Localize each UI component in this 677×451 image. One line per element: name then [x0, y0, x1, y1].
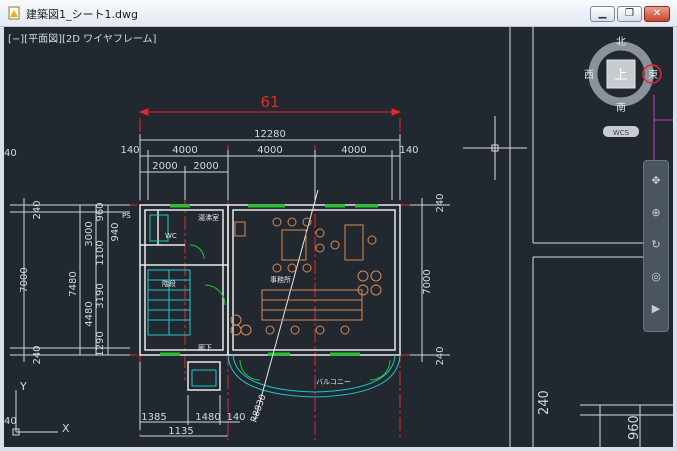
dim-left-940: 940	[110, 222, 121, 241]
ucs-icon	[12, 390, 58, 436]
cad-drawing[interactable]: 240 960 40 40 61 12280 140 4000 4000 400…	[4, 27, 673, 447]
top-dimension-texts: 12280 140 4000 4000 4000 140 2000 2000	[120, 129, 418, 172]
room-label-office: 事務所	[270, 275, 291, 284]
left-dimension-texts: 240 7000 240 3000 960 940 1100 7480 4480…	[19, 200, 121, 364]
edge-dim-960: 960	[627, 415, 642, 440]
dim-bottom-1385: 1385	[141, 412, 166, 423]
dim-right-7000: 7000	[422, 269, 433, 294]
stairs	[147, 214, 217, 387]
balcony	[227, 354, 401, 398]
window-title: 建築図1_シート1.dwg	[26, 8, 138, 21]
viewcube-east[interactable]: 東	[648, 68, 658, 81]
dim-top-140-left: 140	[120, 145, 139, 156]
dim-left-3000: 3000	[84, 221, 95, 246]
dim-top-2000-a: 2000	[152, 161, 177, 172]
bottom-dimension-lines	[139, 362, 240, 437]
room-label-corridor: 廊下	[198, 343, 212, 352]
top-dimension-lines	[139, 134, 401, 200]
room-label-ps: PS	[122, 212, 131, 220]
viewcube-north[interactable]: 北	[616, 36, 626, 48]
dim-right-240-bottom: 240	[435, 346, 446, 365]
viewcube-top-face-label[interactable]: 上	[614, 68, 627, 83]
overall-dimension-label: 61	[260, 93, 279, 111]
wcs-label[interactable]: WCS	[613, 129, 630, 137]
dim-bottom-1480: 1480	[195, 412, 220, 423]
navigation-bar: ✥ ⊕ ↻ ◎ ▶	[643, 160, 669, 332]
room-label-kitchenette: 湯沸室	[198, 213, 219, 222]
dim-left-1100: 1100	[95, 240, 106, 265]
dim-left-7480: 7480	[68, 271, 79, 296]
furniture	[230, 217, 382, 336]
dwg-file-icon	[8, 6, 20, 20]
radius-leader	[254, 189, 319, 421]
zoom-icon[interactable]: ⊕	[648, 205, 664, 221]
room-labels: PS WC 湯沸室 階段 事務所 廊下 バルコニー	[122, 212, 351, 386]
pan-icon[interactable]: ✥	[648, 173, 664, 189]
orbit-icon[interactable]: ↻	[648, 237, 664, 253]
dim-top-2000-b: 2000	[193, 161, 218, 172]
dim-left-3190: 3190	[95, 283, 106, 308]
ucs-axis-x: X	[62, 422, 70, 435]
cursor-crosshair	[463, 116, 527, 180]
ucs-axis-y: Y	[19, 380, 27, 393]
room-label-wc: WC	[165, 232, 177, 240]
dim-left-4480: 4480	[84, 301, 95, 326]
window-frame-bottom	[0, 447, 677, 451]
dim-top-4000-a: 4000	[172, 145, 197, 156]
steering-icon[interactable]: ◎	[648, 269, 664, 285]
dim-bottom-1135: 1135	[168, 426, 193, 437]
viewport-controls-label[interactable]: [−][平面図][2D ワイヤフレーム]	[8, 30, 156, 45]
dim-top-4000-c: 4000	[341, 145, 366, 156]
dim-top-140-right: 140	[399, 145, 418, 156]
dim-left-1290: 1290	[95, 331, 106, 356]
restore-button[interactable]: ❐	[617, 6, 642, 22]
dim-top-total: 12280	[254, 129, 286, 140]
dim-left-960: 960	[95, 202, 106, 221]
dim-left-240-top: 240	[32, 200, 43, 219]
dim-bottom-140: 140	[226, 412, 245, 423]
bottom-dimension-texts: 1385 1480 140 1135	[141, 412, 245, 437]
dim-left-7000: 7000	[19, 267, 30, 292]
window-frame-right	[673, 27, 677, 451]
drawing-viewport[interactable]: 240 960 40 40 61 12280 140 4000 4000 400…	[4, 27, 673, 447]
dim-top-4000-b: 4000	[257, 145, 282, 156]
close-button[interactable]: ✕	[644, 6, 670, 22]
minimize-button[interactable]: ▁	[590, 6, 615, 22]
edge-dim-40-top: 40	[4, 148, 17, 159]
right-dimension-texts: 240 7000 240	[422, 193, 446, 365]
viewcube-west[interactable]: 西	[584, 70, 594, 81]
room-label-stairs: 階段	[162, 279, 176, 288]
viewcube[interactable]	[588, 41, 662, 137]
radius-label: R8830	[249, 393, 268, 424]
dim-right-240-top: 240	[435, 193, 446, 212]
dim-left-240-bottom: 240	[32, 345, 43, 364]
room-label-balcony: バルコニー	[316, 378, 351, 386]
edge-dim-40-bottom: 40	[4, 416, 17, 427]
show-motion-icon[interactable]: ▶	[648, 301, 664, 317]
title-bar: 建築図1_シート1.dwg ▁ ❐ ✕	[0, 0, 677, 27]
viewcube-south[interactable]: 南	[616, 101, 626, 114]
edge-dim-240: 240	[537, 390, 552, 415]
building-walls	[139, 204, 401, 391]
